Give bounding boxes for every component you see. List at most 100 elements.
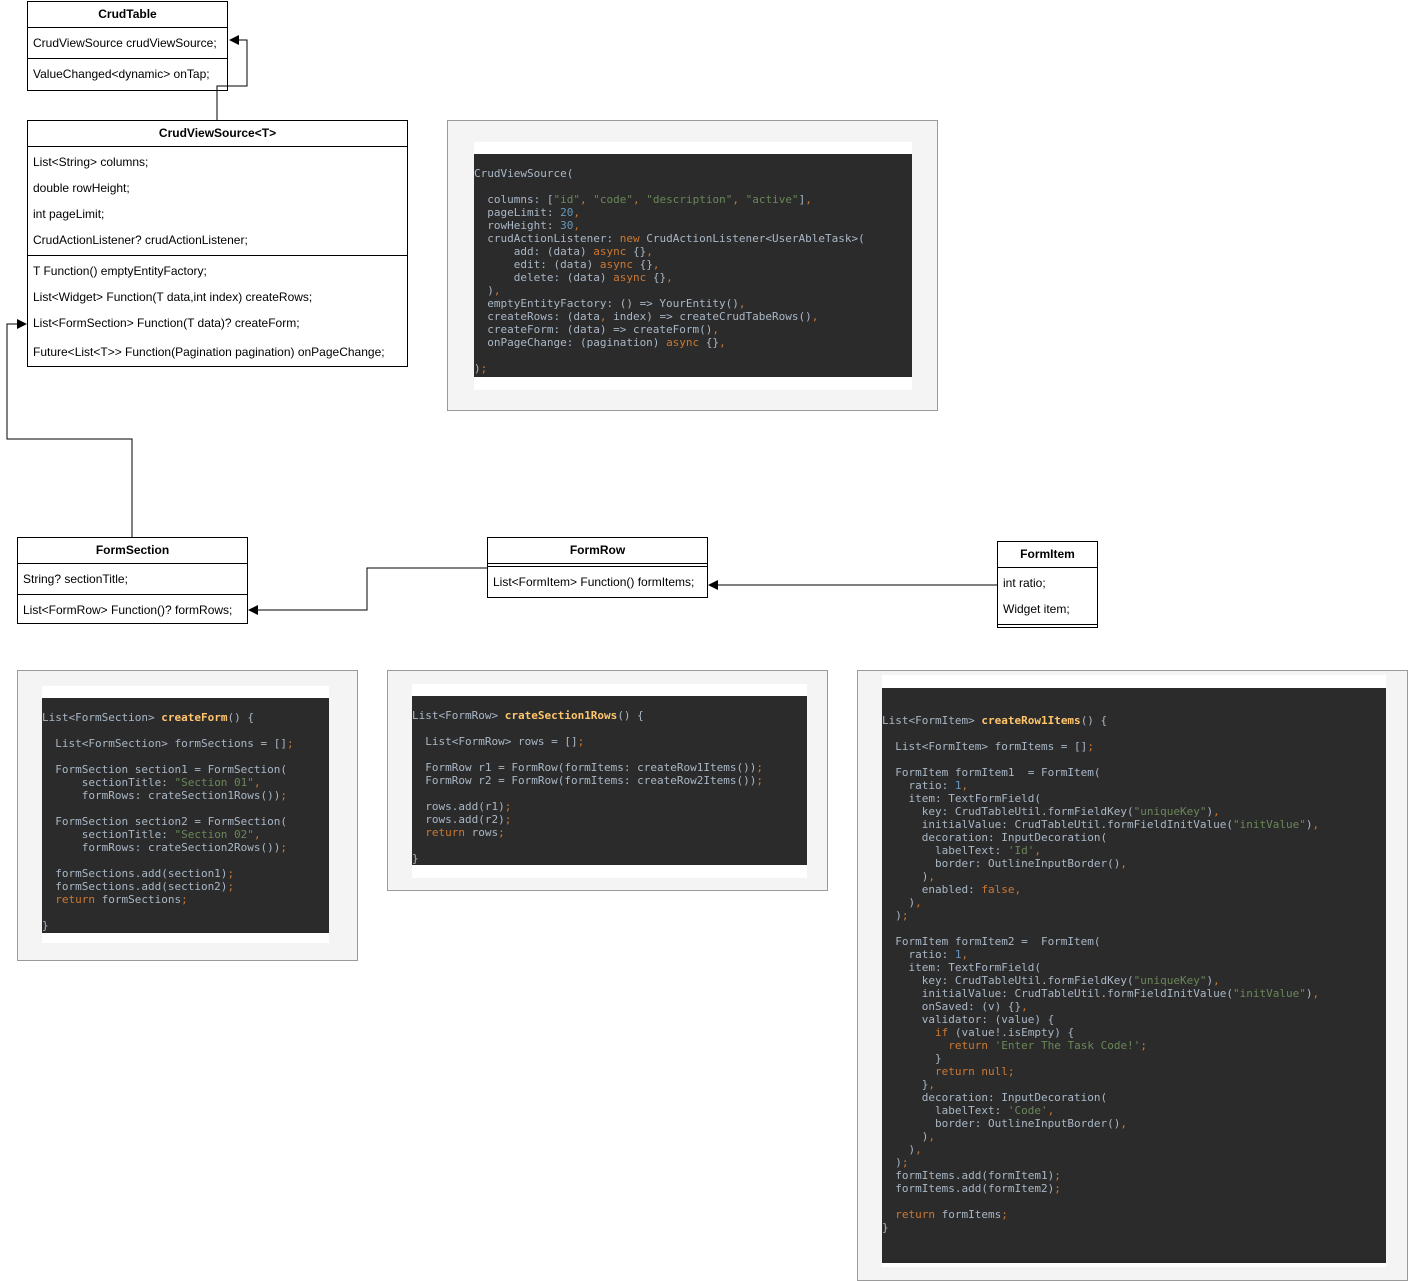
- attributes-section: int ratio; Widget item;: [998, 568, 1097, 625]
- code-line: add: (data) async {},: [474, 245, 653, 258]
- method-row: List<FormRow> Function()? formRows;: [23, 603, 233, 617]
- code-line: ),: [882, 870, 935, 883]
- code-line: item: TextFormField(: [882, 961, 1041, 974]
- code-line: decoration: InputDecoration(: [882, 1091, 1108, 1104]
- code-line: columns: ["id", "code", "description", "…: [474, 193, 812, 206]
- code-line: }: [882, 1052, 942, 1065]
- code-block-crate-section-rows: List<FormRow> crateSection1Rows() { List…: [412, 696, 807, 865]
- attributes-section: List<String> columns; double rowHeight; …: [28, 147, 407, 256]
- code-line: onSaved: (v) {},: [882, 1000, 1028, 1013]
- code-line: sectionTitle: "Section 01",: [42, 776, 261, 789]
- class-form-section[interactable]: FormSection String? sectionTitle; List<F…: [17, 537, 248, 624]
- class-name: FormRow: [488, 538, 707, 564]
- code-line: key: CrudTableUtil.formFieldKey("uniqueK…: [882, 805, 1220, 818]
- code-line: },: [882, 1078, 935, 1091]
- class-name: CrudViewSource<T>: [28, 121, 407, 147]
- attribute-row: CrudActionListener? crudActionListener;: [33, 233, 248, 247]
- code-line: formItems.add(formItem1);: [882, 1169, 1061, 1182]
- code-line: return rows;: [425, 826, 505, 839]
- code-line: FormSection section2 = FormSection(: [42, 815, 288, 828]
- code-panel-create-row-items: List<FormItem> createRow1Items() { List<…: [857, 670, 1408, 1281]
- code-line: return formItems;: [895, 1208, 1008, 1221]
- code-line: return null;: [934, 1065, 1015, 1078]
- methods-section: T Function() emptyEntityFactory; List<Wi…: [28, 256, 407, 368]
- code-line: key: CrudTableUtil.formFieldKey("uniqueK…: [882, 974, 1220, 987]
- code-line: validator: (value) {: [882, 1013, 1055, 1026]
- code-line: emptyEntityFactory: () => YourEntity(),: [474, 297, 746, 310]
- code-line: List<FormRow> rows = [];: [412, 735, 585, 748]
- code-line: ratio: 1,: [882, 948, 969, 961]
- attribute-row: Widget item;: [1003, 602, 1070, 616]
- code-line: pageLimit: 20,: [474, 206, 580, 219]
- code-line: formItems.add(formItem2);: [882, 1182, 1061, 1195]
- code-line: createRows: (data, index) => createCrudT…: [474, 310, 819, 323]
- class-crud-view-source[interactable]: CrudViewSource<T> List<String> columns; …: [27, 120, 408, 367]
- attribute-row: double rowHeight;: [33, 181, 130, 195]
- code-panel-crud-view-source: CrudViewSource( columns: ["id", "code", …: [447, 120, 938, 411]
- code-line: border: OutlineInputBorder(),: [882, 857, 1128, 870]
- code-block-create-row-items: List<FormItem> createRow1Items() { List<…: [882, 688, 1386, 1263]
- code-line: formRows: crateSection1Rows());: [42, 789, 288, 802]
- code-line: FormItem formItem1 = FormItem(: [882, 766, 1101, 779]
- code-line: );: [882, 909, 909, 922]
- methods-section: List<FormRow> Function()? formRows;: [18, 595, 247, 625]
- class-name: CrudTable: [28, 2, 227, 28]
- code-line: ),: [882, 1143, 922, 1156]
- method-row: List<FormSection> Function(T data)? crea…: [33, 316, 300, 330]
- code-line: item: TextFormField(: [882, 792, 1041, 805]
- code-line: sectionTitle: "Section 02",: [42, 828, 261, 841]
- code-line: delete: (data) async {},: [474, 271, 673, 284]
- attributes-section: String? sectionTitle;: [18, 564, 247, 595]
- attribute-row: int ratio;: [1003, 576, 1046, 590]
- code-line: List<FormSection> createForm() {: [42, 711, 254, 724]
- code-line: rows.add(r2);: [412, 813, 512, 826]
- code-line: initialValue: CrudTableUtil.formFieldIni…: [882, 818, 1320, 831]
- code-line: formSections.add(section1);: [42, 867, 235, 880]
- code-line: CrudViewSource(: [474, 167, 574, 180]
- code-line: initialValue: CrudTableUtil.formFieldIni…: [882, 987, 1320, 1000]
- class-crud-table[interactable]: CrudTable CrudViewSource crudViewSource;…: [27, 1, 228, 91]
- code-line: );: [882, 1156, 909, 1169]
- code-line: edit: (data) async {},: [474, 258, 660, 271]
- class-name: FormItem: [998, 542, 1097, 568]
- code-line: }: [412, 852, 419, 865]
- method-row: List<FormItem> Function() formItems;: [493, 575, 695, 589]
- code-line: onPageChange: (pagination) async {},: [474, 336, 726, 349]
- code-line: );: [474, 362, 488, 375]
- code-line: return 'Enter The Task Code!';: [948, 1039, 1147, 1052]
- code-panel-crate-section-rows: List<FormRow> crateSection1Rows() { List…: [387, 670, 828, 891]
- code-line: FormItem formItem2 = FormItem(: [882, 935, 1101, 948]
- code-block-create-form: List<FormSection> createForm() { List<Fo…: [42, 698, 329, 933]
- code-line: List<FormItem> createRow1Items() {: [882, 714, 1108, 727]
- code-line: labelText: 'Id',: [882, 844, 1041, 857]
- code-line: ratio: 1,: [882, 779, 969, 792]
- methods-section: List<FormItem> Function() formItems;: [488, 567, 707, 597]
- code-line: labelText: 'Code',: [882, 1104, 1055, 1117]
- attribute-row: int pageLimit;: [33, 207, 105, 221]
- code-line: rowHeight: 30,: [474, 219, 580, 232]
- code-line: ),: [882, 896, 922, 909]
- code-line: formRows: crateSection2Rows());: [42, 841, 288, 854]
- class-name: FormSection: [18, 538, 247, 564]
- attribute-row: String? sectionTitle;: [23, 572, 128, 586]
- methods-section: [998, 625, 1097, 627]
- code-line: List<FormRow> crateSection1Rows() {: [412, 709, 644, 722]
- code-line: FormRow r2 = FormRow(formItems: createRo…: [412, 774, 763, 787]
- attributes-section: CrudViewSource crudViewSource;: [28, 28, 227, 59]
- attribute-row: List<String> columns;: [33, 155, 149, 169]
- code-line: ),: [882, 1130, 935, 1143]
- class-form-item[interactable]: FormItem int ratio; Widget item;: [997, 541, 1098, 628]
- attribute-row: CrudViewSource crudViewSource;: [33, 36, 217, 50]
- method-row: Future<List<T>> Function(Pagination pagi…: [33, 345, 385, 359]
- code-line: crudActionListener: new CrudActionListen…: [474, 232, 865, 245]
- method-row: List<Widget> Function(T data,int index) …: [33, 290, 313, 304]
- class-form-row[interactable]: FormRow List<FormItem> Function() formIt…: [487, 537, 708, 598]
- methods-section: ValueChanged<dynamic> onTap;: [28, 59, 227, 89]
- code-line: }: [882, 1221, 889, 1234]
- code-line: FormSection section1 = FormSection(: [42, 763, 288, 776]
- code-line: border: OutlineInputBorder(),: [882, 1117, 1128, 1130]
- code-line: List<FormItem> formItems = [];: [882, 740, 1094, 753]
- code-line: decoration: InputDecoration(: [882, 831, 1108, 844]
- method-row: T Function() emptyEntityFactory;: [33, 264, 207, 278]
- code-line: ),: [474, 284, 501, 297]
